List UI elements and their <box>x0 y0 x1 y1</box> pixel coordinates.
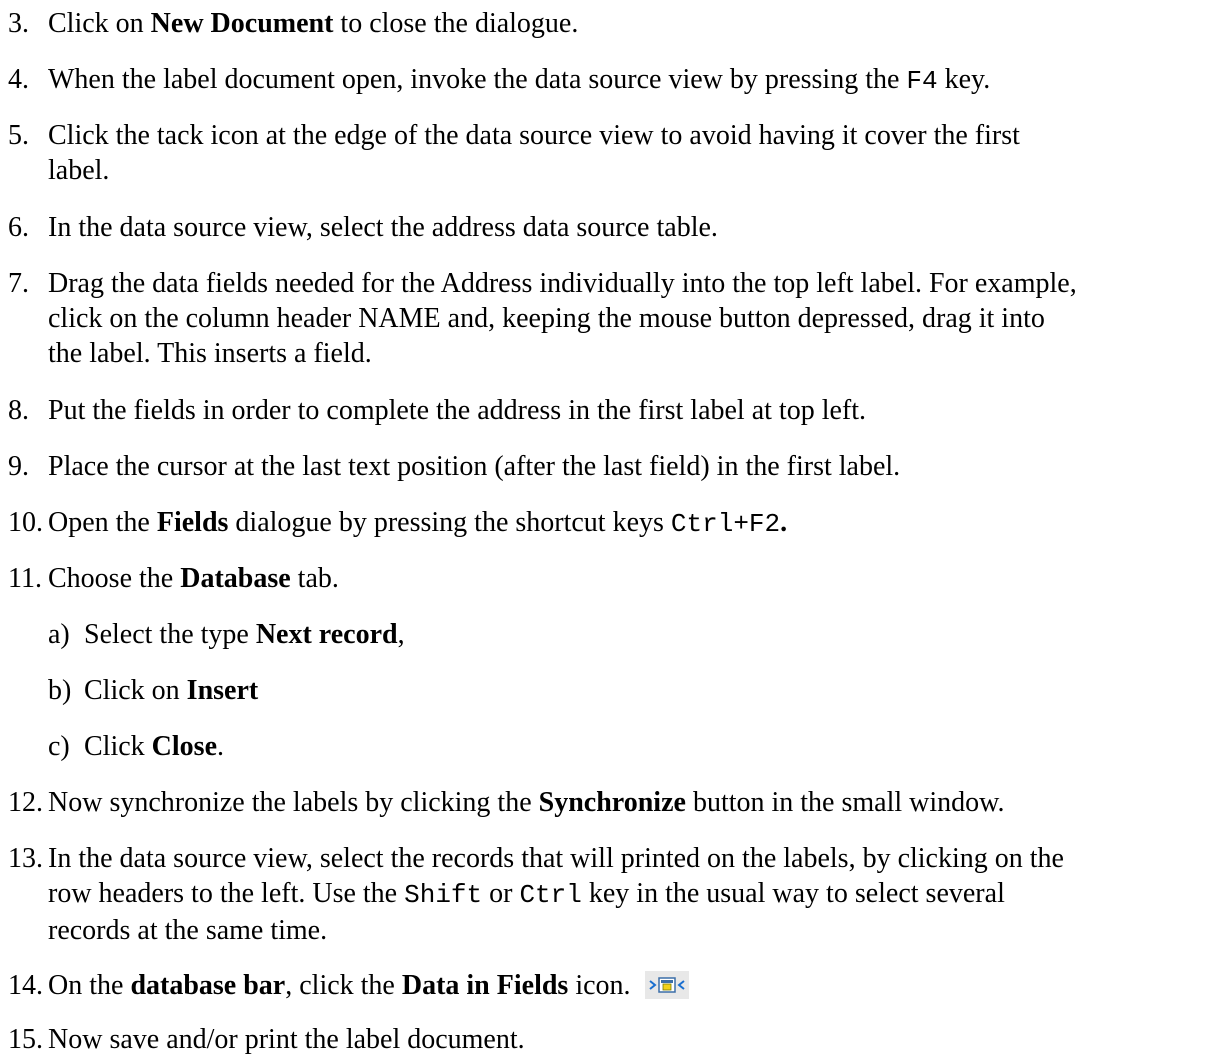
data-in-fields-icon <box>644 971 689 999</box>
substep-letter: c) <box>48 731 70 762</box>
step-text: Click on New Document to close the dialo… <box>48 8 579 39</box>
step-text: Open the Fields dialogue by pressing the… <box>48 507 788 539</box>
document-page: 3. Click on New Document to close the di… <box>0 0 1215 1055</box>
step-text: When the label document open, invoke the… <box>48 64 991 96</box>
step-number: 7. <box>8 268 29 299</box>
step-number: 9. <box>8 451 29 482</box>
step-text: Now synchronize the labels by clicking t… <box>48 787 1005 818</box>
step-text: Place the cursor at the last text positi… <box>48 451 901 482</box>
substep-letter: a) <box>48 619 70 650</box>
step-text: In the data source view, select the addr… <box>48 212 718 243</box>
step-number: 5. <box>8 120 29 151</box>
step-number: 8. <box>8 395 29 426</box>
step-text: In the data source view, select the reco… <box>48 843 1064 946</box>
key-code: Shift <box>404 880 483 910</box>
step-number: 14. <box>8 970 43 1001</box>
step-number: 6. <box>8 212 29 243</box>
step-text: Drag the data fields needed for the Addr… <box>48 268 1077 369</box>
key-code: F4 <box>906 66 938 96</box>
substep-text: Click Close. <box>84 731 224 762</box>
step-text: Click the tack icon at the edge of the d… <box>48 120 1020 186</box>
step-number: 15. <box>8 1024 43 1055</box>
step-text: Now save and/or print the label document… <box>48 1024 525 1055</box>
substep-text: Click on Insert <box>84 675 259 706</box>
step-number: 13. <box>8 843 43 874</box>
key-code: Ctrl+F2 <box>670 509 781 539</box>
step-number: 10. <box>8 507 43 538</box>
step-text: On the database bar, click the Data in F… <box>48 968 1213 1003</box>
step-number: 12. <box>8 787 43 818</box>
substep-letter: b) <box>48 675 72 706</box>
step-number: 3. <box>8 8 29 39</box>
step-text: Put the fields in order to complete the … <box>48 395 867 426</box>
step-number: 4. <box>8 64 29 95</box>
substep-text: Select the type Next record, <box>84 619 405 650</box>
key-code: Ctrl <box>519 880 582 910</box>
step-text: Choose the Database tab. <box>48 563 339 594</box>
step-number: 11. <box>8 563 42 594</box>
